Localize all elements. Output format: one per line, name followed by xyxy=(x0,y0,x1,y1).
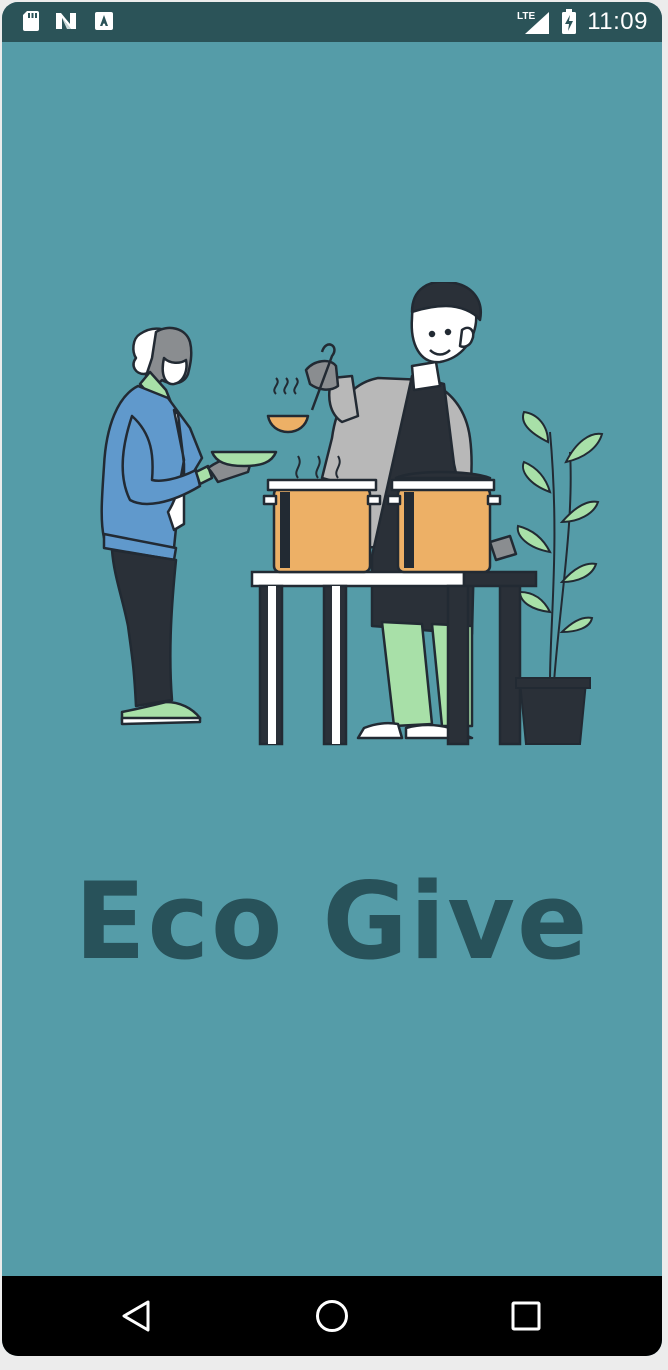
sd-card-icon xyxy=(23,11,39,31)
status-right-icons: LTE 11:09 xyxy=(517,8,648,36)
app-title: Eco Give xyxy=(74,860,590,983)
back-button[interactable] xyxy=(112,1292,160,1340)
lte-signal-icon: LTE xyxy=(517,11,550,34)
phone-screen: LTE 11:09 Eco Give xyxy=(2,2,662,1356)
volunteer-serving-soup-illustration xyxy=(100,282,604,746)
status-time: 11:09 xyxy=(587,8,648,35)
a-notification-icon xyxy=(95,12,113,30)
recents-icon xyxy=(511,1301,541,1331)
n-logo-icon xyxy=(56,13,76,29)
recents-button[interactable] xyxy=(502,1292,550,1340)
status-left-icons xyxy=(22,10,114,32)
home-icon xyxy=(316,1300,348,1332)
splash-content: Eco Give xyxy=(2,42,662,1276)
status-bar: LTE 11:09 xyxy=(2,2,662,42)
network-label: LTE xyxy=(517,11,535,22)
navigation-bar xyxy=(2,1276,662,1356)
home-button[interactable] xyxy=(308,1292,356,1340)
elderly-man-figure xyxy=(100,326,278,726)
battery-charging-icon xyxy=(562,9,577,34)
back-icon xyxy=(122,1300,150,1332)
